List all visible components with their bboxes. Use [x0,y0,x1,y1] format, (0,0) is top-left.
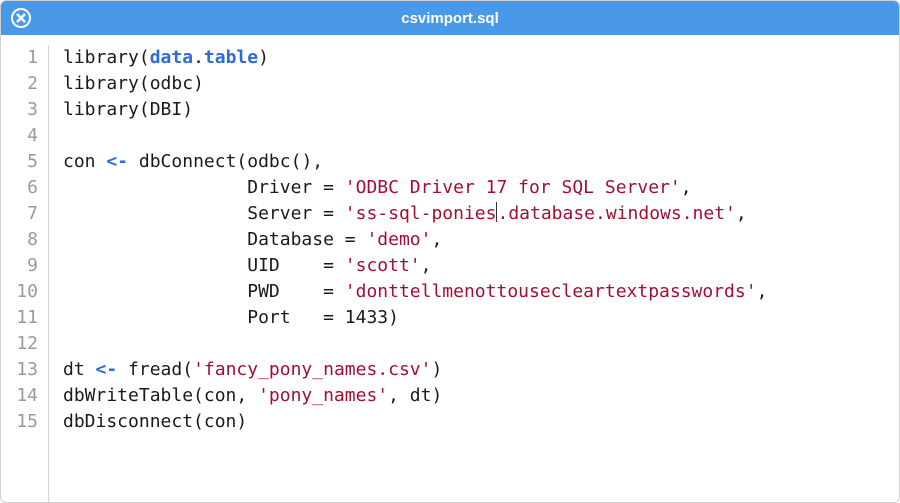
code-token: UID = [63,255,345,276]
code-token: dt [63,359,96,380]
code-token: dbWriteTable(con, [63,385,258,406]
line-number: 10 [1,279,38,305]
code-line[interactable] [63,123,767,149]
code-token: , [431,229,442,250]
line-number: 2 [1,71,38,97]
code-token: 'scott' [345,255,421,276]
code-token: 'ss-sql-ponies [345,203,497,224]
code-content[interactable]: library(data.table)library(odbc)library(… [49,45,767,502]
code-token: con [63,151,106,172]
code-token: data [150,47,193,68]
code-line[interactable] [63,331,767,357]
code-token: Database = [63,229,366,250]
code-token: dbDisconnect(con) [63,411,247,432]
code-token: 'fancy_pony_names.csv' [193,359,431,380]
code-token: ) [258,47,269,68]
line-number: 8 [1,227,38,253]
editor-area[interactable]: 123456789101112131415 library(data.table… [1,35,899,502]
line-number: 11 [1,305,38,331]
code-line[interactable]: con <- dbConnect(odbc(), [63,149,767,175]
code-token: Driver = [63,177,345,198]
line-number: 7 [1,201,38,227]
code-line[interactable]: library(odbc) [63,71,767,97]
code-line[interactable]: Database = 'demo', [63,227,767,253]
code-line[interactable]: UID = 'scott', [63,253,767,279]
code-token: <- [106,151,128,172]
close-button[interactable] [11,8,31,28]
line-number-gutter: 123456789101112131415 [1,45,49,502]
code-token: . [193,47,204,68]
code-line[interactable]: dbWriteTable(con, 'pony_names', dt) [63,383,767,409]
code-token: 1433 [345,307,388,328]
code-token: .database.windows.net' [497,203,735,224]
code-line[interactable]: dbDisconnect(con) [63,409,767,435]
code-token: 'pony_names' [258,385,388,406]
code-token: , [421,255,432,276]
code-line[interactable]: dt <- fread('fancy_pony_names.csv') [63,357,767,383]
code-token: Port = [63,307,345,328]
titlebar: csvimport.sql [1,1,899,35]
code-token: 'ODBC Driver 17 for SQL Server' [345,177,681,198]
code-token: PWD = [63,281,345,302]
code-line[interactable]: PWD = 'donttellmenottousecleartextpasswo… [63,279,767,305]
code-token: 'demo' [366,229,431,250]
line-number: 15 [1,409,38,435]
code-token: , [757,281,768,302]
code-token: fread( [117,359,193,380]
line-number: 13 [1,357,38,383]
line-number: 14 [1,383,38,409]
code-line[interactable]: Driver = 'ODBC Driver 17 for SQL Server'… [63,175,767,201]
code-token: , dt) [388,385,442,406]
line-number: 9 [1,253,38,279]
code-token: <- [96,359,118,380]
line-number: 3 [1,97,38,123]
line-number: 4 [1,123,38,149]
code-line[interactable]: library(data.table) [63,45,767,71]
window-title: csvimport.sql [1,10,899,27]
code-token: , [736,203,747,224]
code-line[interactable]: Port = 1433) [63,305,767,331]
code-line[interactable]: library(DBI) [63,97,767,123]
line-number: 12 [1,331,38,357]
code-token: dbConnect(odbc(), [128,151,323,172]
line-number: 6 [1,175,38,201]
code-token: library(DBI) [63,99,193,120]
line-number: 1 [1,45,38,71]
close-icon [16,13,26,23]
code-token: ) [388,307,399,328]
editor-window: csvimport.sql 123456789101112131415 libr… [0,0,900,503]
code-token: Server = [63,203,345,224]
code-token: library( [63,47,150,68]
code-token: 'donttellmenottousecleartextpasswords' [345,281,757,302]
code-token: table [204,47,258,68]
code-token: ) [431,359,442,380]
code-line[interactable]: Server = 'ss-sql-ponies.database.windows… [63,201,767,227]
line-number: 5 [1,149,38,175]
code-token: , [681,177,692,198]
code-token: library(odbc) [63,73,204,94]
